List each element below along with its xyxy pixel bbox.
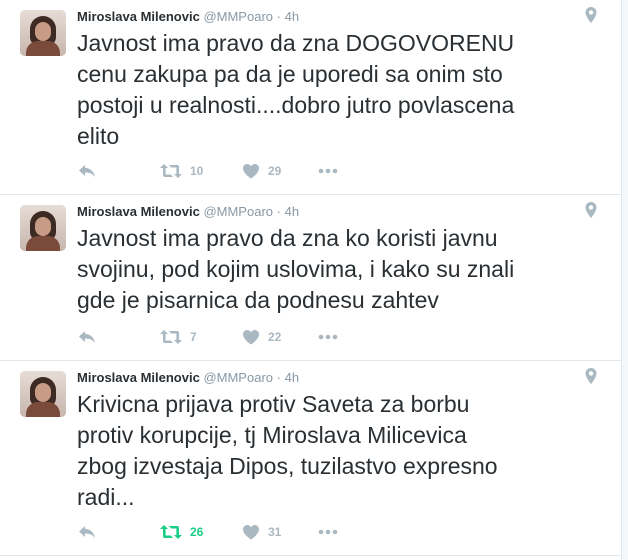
tweet-text: Javnost ima pravo da zna DOGOVORENU cenu… — [77, 30, 515, 149]
more-icon — [318, 334, 338, 340]
heart-icon — [243, 330, 259, 345]
tweet-text: Krivicna prijava protiv Saveta za borbu … — [77, 391, 498, 510]
retweet-button[interactable]: 7 — [160, 326, 197, 348]
reply-icon — [79, 331, 95, 343]
more-button[interactable] — [318, 326, 338, 348]
tweet-actions: 7 22 — [78, 326, 398, 348]
like-button[interactable]: 31 — [242, 521, 281, 543]
reply-button[interactable] — [78, 326, 96, 348]
author-handle[interactable]: @MMPoaro — [203, 9, 273, 24]
avatar[interactable] — [20, 10, 66, 56]
like-count: 29 — [268, 164, 282, 178]
tweet[interactable]: Miroslava Milenovic @MMPoaro · 4h Javnos… — [0, 0, 622, 195]
tweet-header: Miroslava Milenovic @MMPoaro · 4h — [77, 369, 299, 387]
heart-icon — [243, 525, 259, 540]
tweet-header: Miroslava Milenovic @MMPoaro · 4h — [77, 203, 299, 221]
scrollbar-track[interactable] — [621, 0, 628, 560]
author-name[interactable]: Miroslava Milenovic — [77, 9, 200, 24]
retweet-icon — [160, 164, 182, 178]
location-pin-icon[interactable] — [584, 367, 598, 385]
tweet[interactable]: Miroslava Milenovic @MMPoaro · 4h Javnos… — [0, 195, 622, 361]
tweet-header: Miroslava Milenovic @MMPoaro · 4h — [77, 8, 299, 26]
reply-icon — [79, 526, 95, 538]
avatar[interactable] — [20, 371, 66, 417]
like-count: 31 — [268, 525, 282, 539]
author-name[interactable]: Miroslava Milenovic — [77, 204, 200, 219]
more-icon — [318, 529, 338, 535]
separator-dot: · — [276, 9, 281, 24]
tweet-actions: 26 31 — [78, 521, 398, 543]
location-pin-icon[interactable] — [584, 201, 598, 219]
retweet-count: 7 — [190, 330, 197, 344]
more-icon — [318, 168, 338, 174]
author-handle[interactable]: @MMPoaro — [203, 204, 273, 219]
timestamp[interactable]: 4h — [285, 370, 299, 385]
retweet-icon — [160, 525, 182, 539]
like-button[interactable]: 29 — [242, 160, 281, 182]
author-name[interactable]: Miroslava Milenovic — [77, 370, 200, 385]
timestamp[interactable]: 4h — [285, 204, 299, 219]
retweet-icon — [160, 330, 182, 344]
tweet[interactable]: Miroslava Milenovic @MMPoaro · 4h Krivic… — [0, 361, 622, 556]
like-count: 22 — [268, 330, 282, 344]
avatar[interactable] — [20, 205, 66, 251]
tweet-text: Javnost ima pravo da zna ko koristi javn… — [77, 225, 515, 313]
separator-dot: · — [276, 204, 281, 219]
retweet-button[interactable]: 26 — [160, 521, 203, 543]
retweet-count: 26 — [190, 525, 204, 539]
separator-dot: · — [276, 370, 281, 385]
like-button[interactable]: 22 — [242, 326, 281, 348]
retweet-button[interactable]: 10 — [160, 160, 203, 182]
tweet-actions: 10 29 — [78, 160, 398, 182]
timestamp[interactable]: 4h — [285, 9, 299, 24]
location-pin-icon[interactable] — [584, 6, 598, 24]
more-button[interactable] — [318, 160, 338, 182]
more-button[interactable] — [318, 521, 338, 543]
reply-button[interactable] — [78, 160, 96, 182]
retweet-count: 10 — [190, 164, 204, 178]
heart-icon — [243, 164, 259, 179]
reply-icon — [79, 165, 95, 177]
author-handle[interactable]: @MMPoaro — [203, 370, 273, 385]
reply-button[interactable] — [78, 521, 96, 543]
tweet-timeline: Miroslava Milenovic @MMPoaro · 4h Javnos… — [0, 0, 628, 560]
